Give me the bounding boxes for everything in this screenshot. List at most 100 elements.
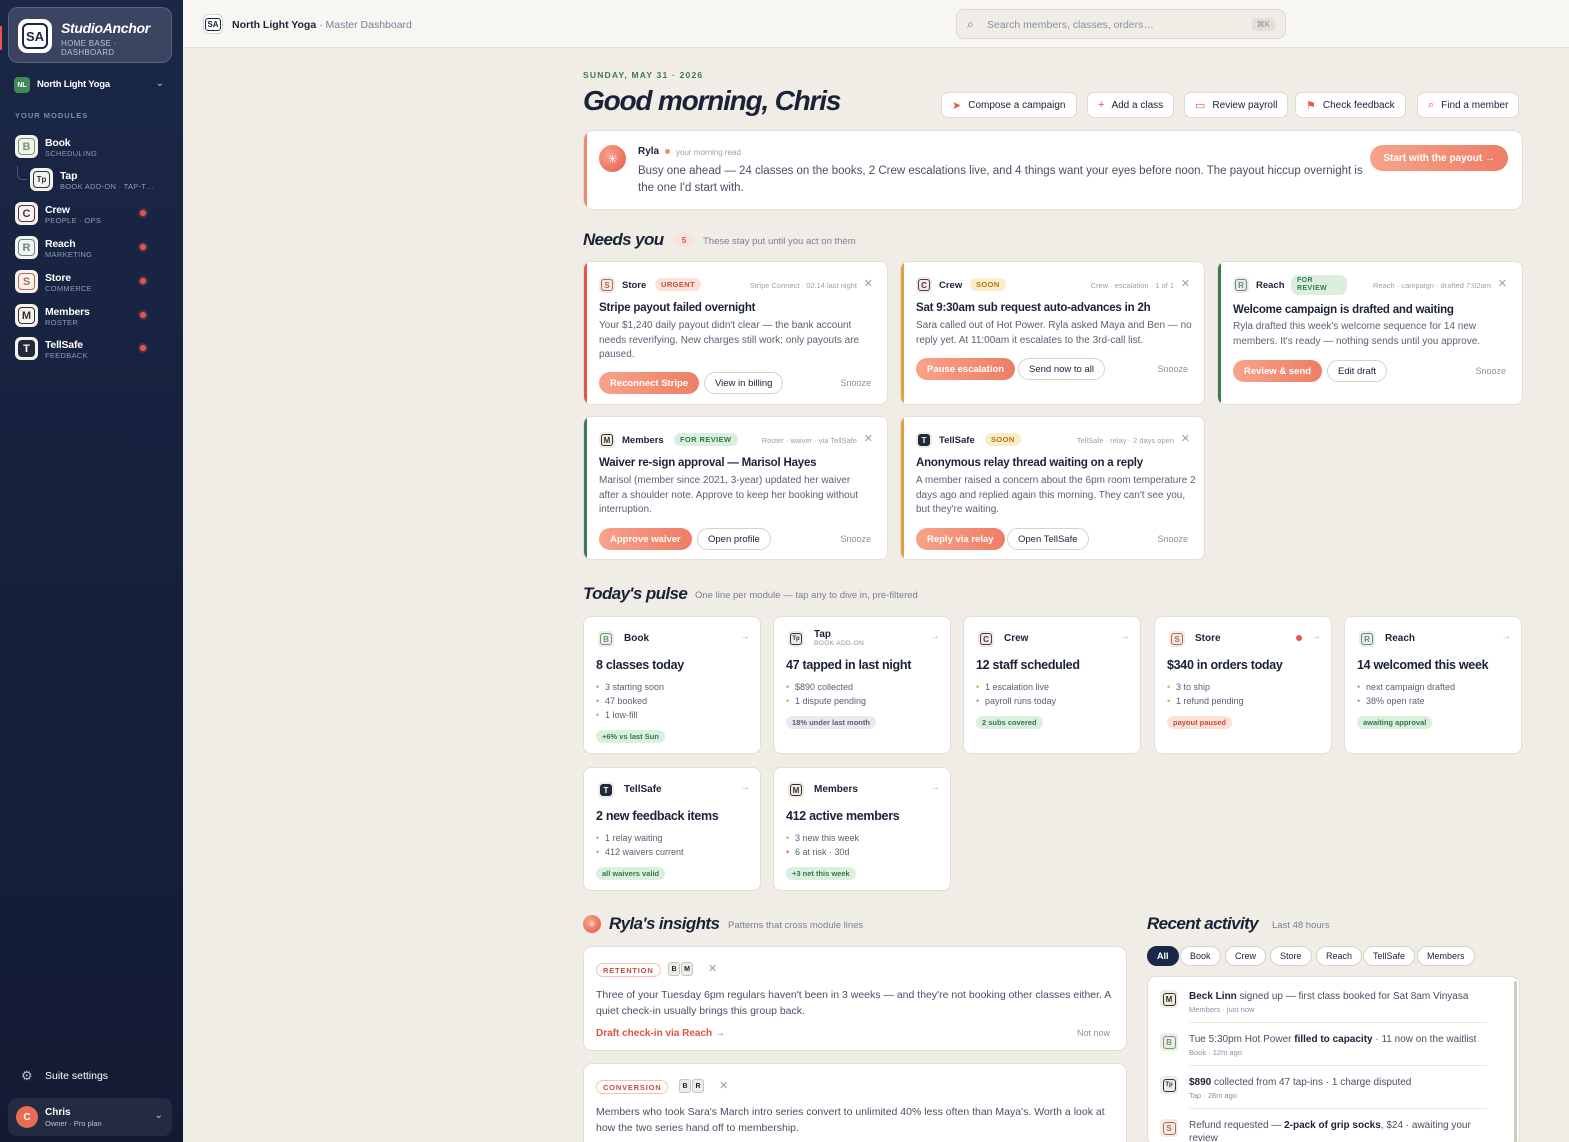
- insights-heading: Ryla's insights: [609, 914, 720, 933]
- urgency-stripe: [901, 417, 904, 559]
- search-input[interactable]: ⌕ Search members, classes, orders… ⌘K: [956, 9, 1286, 39]
- pulse-bullet: 3 to ship: [1167, 680, 1244, 694]
- draft-check-in-link[interactable]: Draft check-in via Reach →: [596, 1028, 725, 1039]
- studioanchor-logo: SA: [18, 19, 52, 53]
- compose-campaign-button[interactable]: ➤ Compose a campaign: [941, 92, 1077, 118]
- insights-note: Patterns that cross module lines: [728, 920, 864, 931]
- sidebar-item-reach[interactable]: R Reach MARKETING: [15, 235, 175, 261]
- pulse-bullet: $890 collected: [786, 680, 866, 694]
- filter-store[interactable]: Store: [1270, 946, 1312, 966]
- pulse-card-crew[interactable]: C Crew → 12 staff scheduled 1 escalation…: [963, 616, 1141, 754]
- alert-dot: [140, 244, 146, 250]
- assistant-message: Busy one ahead — 24 classes on the books…: [638, 165, 1363, 194]
- reply-via-relay-button[interactable]: Reply via relay: [916, 528, 1005, 550]
- close-icon[interactable]: ✕: [708, 962, 717, 975]
- sidebar-item-crew[interactable]: C Crew PEOPLE · OPS: [15, 201, 175, 227]
- close-icon[interactable]: ✕: [864, 432, 873, 445]
- module-letter: T: [18, 340, 35, 357]
- module-letter: R: [18, 239, 35, 256]
- pulse-bullets: 3 to ship 1 refund pending: [1167, 680, 1244, 708]
- crew-module-icon: C: [978, 631, 994, 647]
- button-label: Review payroll: [1212, 99, 1278, 111]
- tap-module-icon: Tp: [1160, 1076, 1178, 1094]
- snooze-button[interactable]: Snooze: [1157, 534, 1188, 544]
- pulse-bullet: 1 refund pending: [1167, 694, 1244, 708]
- pulse-bullet: 1 escalation live: [976, 680, 1056, 694]
- not-now-button[interactable]: Not now: [1077, 1028, 1110, 1038]
- pulse-module-sub: BOOK ADD-ON: [814, 640, 865, 647]
- user-menu[interactable]: C Chris Owner · Pro plan ⌄: [8, 1098, 172, 1136]
- snooze-button[interactable]: Snooze: [1475, 366, 1506, 376]
- arrow-right-icon: →: [1311, 631, 1321, 642]
- pulse-card-tap[interactable]: Tp Tap BOOK ADD-ON → 47 tapped in last n…: [773, 616, 951, 754]
- insight-card-retention: RETENTION BM ✕ Three of your Tuesday 6pm…: [583, 946, 1127, 1051]
- pulse-card-reach[interactable]: R Reach → 14 welcomed this week next cam…: [1344, 616, 1522, 754]
- sidebar-item-store[interactable]: S Store COMMERCE: [15, 269, 175, 295]
- send-now-to-all-button[interactable]: Send now to all: [1018, 358, 1105, 380]
- sidebar-item-members[interactable]: M Members ROSTER: [15, 303, 175, 329]
- module-name: Book: [45, 137, 71, 149]
- module-chip: R: [692, 1079, 704, 1093]
- start-with-payout-button[interactable]: Start with the payout →: [1370, 145, 1508, 171]
- filter-tellsafe[interactable]: TellSafe: [1363, 946, 1416, 966]
- pulse-module: TellSafe: [624, 784, 662, 795]
- status-badge: FOR REVIEW: [674, 433, 738, 446]
- close-icon[interactable]: ✕: [1181, 432, 1190, 445]
- pulse-card-store[interactable]: S Store → $340 in orders today 3 to ship…: [1154, 616, 1332, 754]
- sidebar-item-book[interactable]: B Book SCHEDULING: [15, 134, 175, 160]
- approve-waiver-button[interactable]: Approve waiver: [599, 528, 692, 550]
- studio-switcher[interactable]: NL North Light Yoga ⌄: [14, 77, 170, 93]
- sidebar-item-tap[interactable]: Tp Tap BOOK ADD-ON · TAP-T…: [30, 167, 175, 193]
- pulse-bullet: 412 waivers current: [596, 845, 684, 859]
- reconnect-stripe-button[interactable]: Reconnect Stripe: [599, 372, 700, 394]
- snooze-button[interactable]: Snooze: [840, 534, 871, 544]
- card-module: Store: [622, 280, 647, 291]
- pulse-card-members[interactable]: M Members → 412 active members 3 new thi…: [773, 767, 951, 891]
- open-profile-button[interactable]: Open profile: [697, 528, 771, 550]
- filter-book[interactable]: Book: [1180, 946, 1221, 966]
- module-letter: Tp: [1162, 1078, 1176, 1092]
- close-icon[interactable]: ✕: [1498, 277, 1507, 290]
- filter-all[interactable]: All: [1147, 946, 1179, 966]
- module-letter: T: [918, 434, 930, 446]
- pause-escalation-button[interactable]: Pause escalation: [916, 358, 1016, 380]
- module-subtitle: BOOK ADD-ON · TAP-T…: [60, 182, 155, 191]
- review-and-send-button[interactable]: Review & send: [1233, 360, 1323, 382]
- close-icon[interactable]: ✕: [864, 277, 873, 290]
- module-letter: S: [1171, 633, 1183, 645]
- suite-settings-button[interactable]: ⚙ Suite settings: [21, 1068, 161, 1084]
- filter-members[interactable]: Members: [1417, 946, 1475, 966]
- snooze-button[interactable]: Snooze: [840, 378, 871, 388]
- urgency-stripe: [584, 417, 587, 559]
- module-letter: B: [1162, 1035, 1176, 1049]
- pulse-card-tellsafe[interactable]: T TellSafe → 2 new feedback items 1 rela…: [583, 767, 761, 891]
- module-letter: S: [601, 279, 613, 291]
- pulse-card-book[interactable]: B Book → 8 classes today 3 starting soon…: [583, 616, 761, 754]
- open-tellsafe-button[interactable]: Open TellSafe: [1007, 528, 1089, 550]
- review-payroll-button[interactable]: ▭ Review payroll: [1184, 92, 1289, 118]
- filter-crew[interactable]: Crew: [1225, 946, 1267, 966]
- module-letter: Tp: [33, 171, 50, 188]
- scrollbar[interactable]: [1514, 981, 1517, 1142]
- card-title: Welcome campaign is drafted and waiting: [1233, 304, 1454, 316]
- snooze-button[interactable]: Snooze: [1157, 364, 1188, 374]
- button-label: Add a class: [1111, 99, 1164, 111]
- filter-reach[interactable]: Reach: [1316, 946, 1363, 966]
- pulse-bullets: 3 starting soon 47 booked 1 low-fill: [596, 680, 664, 722]
- view-in-billing-button[interactable]: View in billing: [704, 372, 784, 394]
- close-icon[interactable]: ✕: [1181, 277, 1190, 290]
- needs-you-heading: Needs you: [583, 230, 664, 249]
- brand-home-button[interactable]: SA StudioAnchor HOME BASE · DASHBOARD: [8, 7, 172, 63]
- divider: [1189, 1022, 1487, 1023]
- activity-text: Tue 5:30pm Hot Power filled to capacity …: [1189, 1033, 1489, 1046]
- wallet-icon: ▭: [1195, 99, 1206, 112]
- members-module-icon: M: [599, 432, 615, 448]
- add-class-button[interactable]: + Add a class: [1087, 92, 1175, 118]
- module-subtitle: PEOPLE · OPS: [45, 216, 102, 225]
- check-feedback-button[interactable]: ⚑ Check feedback: [1295, 92, 1406, 118]
- close-icon[interactable]: ✕: [719, 1079, 728, 1092]
- members-module-icon: M: [788, 782, 804, 798]
- find-member-button[interactable]: ⌕ Find a member: [1417, 92, 1520, 118]
- sidebar-item-tellsafe[interactable]: T TellSafe FEEDBACK: [15, 336, 175, 362]
- edit-draft-button[interactable]: Edit draft: [1327, 360, 1388, 382]
